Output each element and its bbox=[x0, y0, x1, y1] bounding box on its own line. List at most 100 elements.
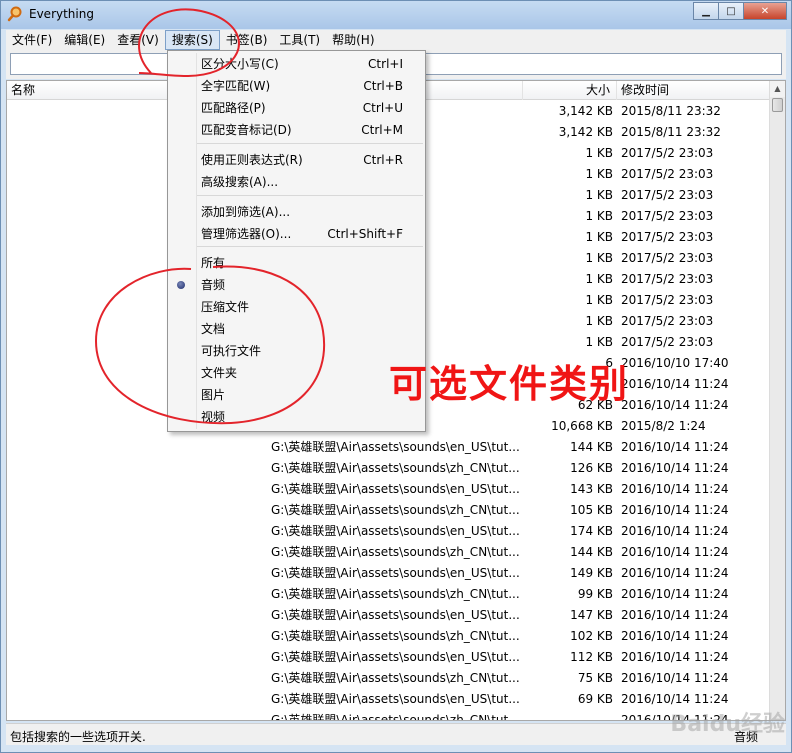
row-size: 1 KB bbox=[585, 230, 613, 244]
row-size: 149 KB bbox=[570, 566, 613, 580]
menu-help[interactable]: 帮助(H) bbox=[326, 30, 380, 50]
table-row[interactable]: 008.Tutorial2.PVPnet.Select_Champion...G… bbox=[7, 710, 771, 720]
row-path: G:\英雄联盟\Air\assets\sounds\en_US\tut... bbox=[271, 566, 520, 580]
row-date: 2016/10/14 11:24 bbox=[621, 608, 729, 622]
row-size: 1 KB bbox=[585, 146, 613, 160]
menu-item[interactable]: 管理筛选器(O)... Ctrl+Shift+F bbox=[168, 223, 425, 245]
row-size: 1 KB bbox=[585, 272, 613, 286]
row-date: 2017/5/2 23:03 bbox=[621, 251, 714, 265]
row-date: 2016/10/14 11:24 bbox=[621, 629, 729, 643]
column-date[interactable]: 修改时间 bbox=[617, 81, 771, 100]
row-size: 75 KB bbox=[577, 671, 613, 685]
row-size: 112 KB bbox=[570, 650, 613, 664]
menu-search[interactable]: 搜索(S) bbox=[164, 30, 220, 50]
table-row[interactable]: 003.Tutorial2.PVPnet.Time_Limit.mp3G:\英雄… bbox=[7, 479, 771, 500]
row-date: 2017/5/2 23:03 bbox=[621, 167, 714, 181]
vertical-scrollbar[interactable]: ▲ bbox=[769, 81, 785, 720]
table-row[interactable]: 002.Tutorial2.PVPnet.Champion_Selecti...… bbox=[7, 458, 771, 479]
menu-view[interactable]: 查看(V) bbox=[111, 30, 165, 50]
menu-bookmarks[interactable]: 书签(B) bbox=[220, 30, 274, 50]
row-date: 2016/10/14 11:24 bbox=[621, 440, 729, 454]
row-date: 2015/8/2 1:24 bbox=[621, 419, 706, 433]
maximize-icon: □ bbox=[726, 5, 736, 17]
table-row[interactable]: 005.Tutorial2.PVPnet.Ryze.mp3G:\英雄联盟\Air… bbox=[7, 563, 771, 584]
menu-item[interactable]: 可执行文件 bbox=[168, 340, 425, 362]
menu-item-shortcut: Ctrl+I bbox=[368, 57, 403, 71]
watermark: Baidu经验 bbox=[670, 712, 785, 737]
menu-item[interactable]: 所有 bbox=[168, 252, 425, 274]
row-size: 3,142 KB bbox=[558, 104, 613, 118]
row-date: 2017/5/2 23:03 bbox=[621, 209, 714, 223]
menu-item-label: 文档 bbox=[201, 322, 226, 336]
menu-tools[interactable]: 工具(T) bbox=[273, 30, 326, 50]
row-size: 1 KB bbox=[585, 314, 613, 328]
menu-item[interactable]: 添加到筛选(A)... bbox=[168, 201, 425, 223]
menu-item[interactable]: 全字匹配(W) Ctrl+B bbox=[168, 75, 425, 97]
menu-item[interactable]: 使用正则表达式(R) Ctrl+R bbox=[168, 149, 425, 171]
table-row[interactable]: 003.Tutorial2.PVPnet.Time_Limit.mp3G:\英雄… bbox=[7, 500, 771, 521]
menu-item[interactable]: 匹配变音标记(D) Ctrl+M bbox=[168, 119, 425, 141]
row-date: 2017/5/2 23:03 bbox=[621, 272, 714, 286]
title-bar[interactable]: Everything ▁ □ ✕ bbox=[1, 1, 791, 29]
row-date: 2017/5/2 23:03 bbox=[621, 335, 714, 349]
row-date: 2017/5/2 23:03 bbox=[621, 293, 714, 307]
scroll-up-icon[interactable]: ▲ bbox=[770, 81, 785, 97]
menu-item-label: 压缩文件 bbox=[201, 300, 250, 314]
scroll-thumb[interactable] bbox=[772, 98, 783, 112]
menu-item[interactable]: 音频 bbox=[168, 274, 425, 296]
row-date: 2017/5/2 23:03 bbox=[621, 314, 714, 328]
menu-item[interactable]: 压缩文件 bbox=[168, 296, 425, 318]
menu-item-label: 匹配变音标记(D) bbox=[201, 123, 292, 137]
row-date: 2016/10/14 11:24 bbox=[621, 482, 729, 496]
row-size: 1 KB bbox=[585, 167, 613, 181]
row-date: 2016/10/10 17:40 bbox=[621, 356, 729, 370]
menu-item[interactable]: 区分大小写(C) Ctrl+I bbox=[168, 53, 425, 75]
row-path: G:\英雄联盟\Air\assets\sounds\en_US\tut... bbox=[271, 482, 520, 496]
menu-item[interactable]: 文件夹 bbox=[168, 362, 425, 384]
table-row[interactable]: 008.Tutorial2.PVPnet.Select_Champion...G… bbox=[7, 689, 771, 710]
row-size: 3,142 KB bbox=[558, 125, 613, 139]
menu-item-label: 使用正则表达式(R) bbox=[201, 153, 303, 167]
menu-item-label: 区分大小写(C) bbox=[201, 57, 279, 71]
menu-item[interactable]: 视频 bbox=[168, 406, 425, 428]
table-row[interactable]: 004.Tutorial2.PVPnet.Champion_Roster...G… bbox=[7, 542, 771, 563]
row-date: 2017/5/2 23:03 bbox=[621, 230, 714, 244]
annotation-label: 可选文件类别 bbox=[389, 362, 630, 406]
menu-item-label: 视频 bbox=[201, 410, 226, 424]
close-button[interactable]: ✕ bbox=[743, 2, 787, 20]
minimize-button[interactable]: ▁ bbox=[693, 2, 719, 20]
row-date: 2016/10/14 11:24 bbox=[621, 377, 729, 391]
maximize-button[interactable]: □ bbox=[718, 2, 744, 20]
table-row[interactable]: 006.Tutorial2.PVPnet.Ashe.mp3G:\英雄联盟\Air… bbox=[7, 626, 771, 647]
menu-edit[interactable]: 编辑(E) bbox=[58, 30, 111, 50]
menu-item-label: 所有 bbox=[201, 256, 226, 270]
row-date: 2016/10/14 11:24 bbox=[621, 650, 729, 664]
table-row[interactable]: 007.Tutorial2.PVPnet.Garen.mp3G:\英雄联盟\Ai… bbox=[7, 668, 771, 689]
table-row[interactable]: 002.Tutorial2.PVPnet.Champion_Selecti...… bbox=[7, 437, 771, 458]
row-path: G:\英雄联盟\Air\assets\sounds\en_US\tut... bbox=[271, 524, 520, 538]
menu-item[interactable]: 图片 bbox=[168, 384, 425, 406]
menu-item-label: 图片 bbox=[201, 388, 226, 402]
menu-item[interactable]: 高级搜索(A)... bbox=[168, 171, 425, 193]
row-size: 143 KB bbox=[570, 482, 613, 496]
table-row[interactable]: 007.Tutorial2.PVPnet.Garen.mp3G:\英雄联盟\Ai… bbox=[7, 647, 771, 668]
table-row[interactable]: 004.Tutorial2.PVPnet.Champion_Roster...G… bbox=[7, 521, 771, 542]
row-size: 1 KB bbox=[585, 251, 613, 265]
row-path: G:\英雄联盟\Air\assets\sounds\en_US\tut... bbox=[271, 440, 520, 454]
menu-item[interactable]: 匹配路径(P) Ctrl+U bbox=[168, 97, 425, 119]
menu-item-shortcut: Ctrl+Shift+F bbox=[327, 227, 403, 241]
menu-item[interactable]: 文档 bbox=[168, 318, 425, 340]
row-path: G:\英雄联盟\Air\assets\sounds\en_US\tut... bbox=[271, 692, 520, 706]
row-size: 147 KB bbox=[570, 608, 613, 622]
row-size: 1 KB bbox=[585, 209, 613, 223]
column-size[interactable]: 大小 bbox=[523, 81, 617, 100]
table-row[interactable]: 005.Tutorial2.PVPnet.Ryze.mp3G:\英雄联盟\Air… bbox=[7, 584, 771, 605]
row-date: 2016/10/14 11:24 bbox=[621, 587, 729, 601]
menu-file[interactable]: 文件(F) bbox=[6, 30, 58, 50]
menu-item-label: 音频 bbox=[201, 278, 226, 292]
window-controls: ▁ □ ✕ bbox=[693, 2, 787, 20]
table-row[interactable]: 006.Tutorial2.PVPnet.Ashe.mp3G:\英雄联盟\Air… bbox=[7, 605, 771, 626]
menu-item-label: 管理筛选器(O)... bbox=[201, 227, 292, 241]
status-bar: 包括搜索的一些选项开关. 音频 bbox=[6, 723, 786, 745]
menu-item-shortcut: Ctrl+M bbox=[361, 123, 403, 137]
